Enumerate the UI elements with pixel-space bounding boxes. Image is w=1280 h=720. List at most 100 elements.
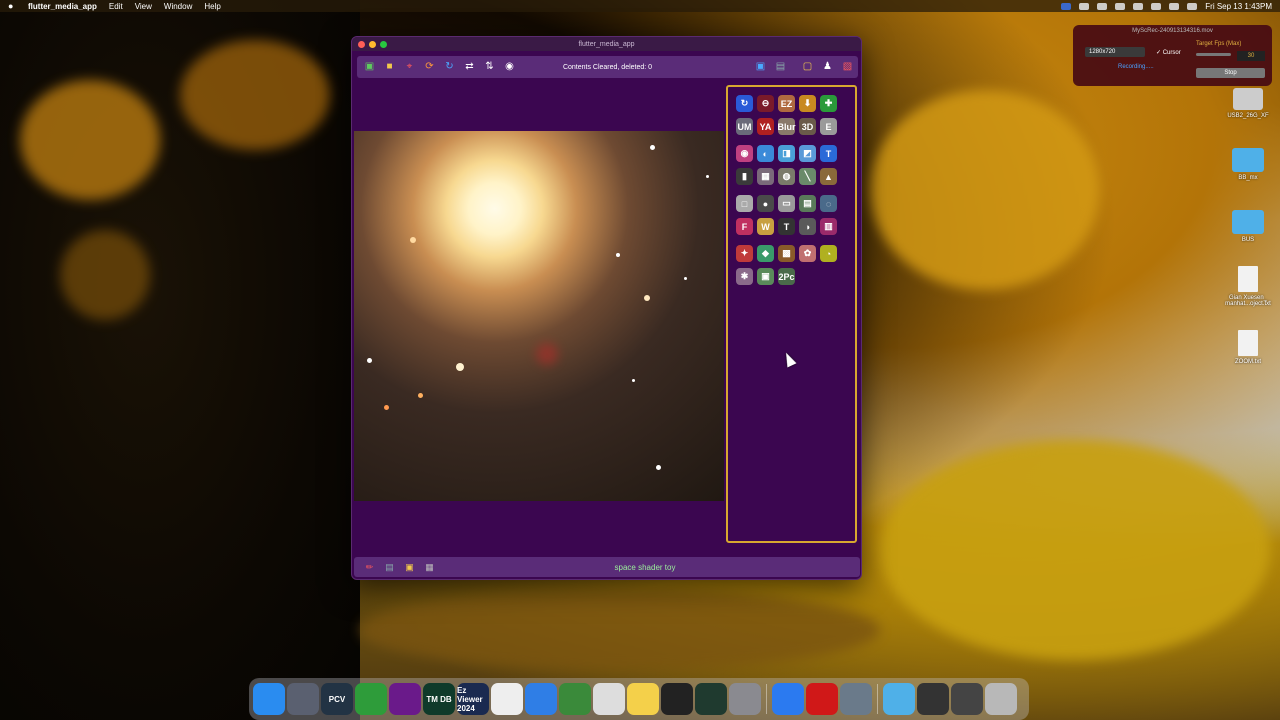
effect-button[interactable]: ◍ — [778, 168, 795, 185]
crop-icon[interactable]: ⌖ — [403, 61, 416, 74]
effect-button[interactable]: ▭ — [778, 195, 795, 212]
effect-button[interactable]: ◐ — [757, 145, 774, 162]
dock-window1-icon[interactable] — [917, 683, 949, 715]
record-icon[interactable]: ◉ — [503, 61, 516, 74]
dock-downloads-icon[interactable] — [883, 683, 915, 715]
clean-icon[interactable]: ♟ — [821, 60, 834, 73]
dock-window2-icon[interactable] — [951, 683, 983, 715]
effect-button[interactable]: ◩ — [799, 145, 816, 162]
effect-button[interactable]: ⊖ — [757, 95, 774, 112]
dock-safari-icon[interactable] — [525, 683, 557, 715]
effect-button[interactable]: Blur — [778, 118, 796, 135]
delete-icon[interactable]: ▧ — [841, 60, 854, 73]
desktop-icon-folder[interactable]: BUS — [1218, 210, 1278, 243]
stop-button[interactable]: Stop — [1196, 68, 1265, 78]
dock-finder-icon[interactable] — [253, 683, 285, 715]
image-icon[interactable]: ▢ — [801, 60, 814, 73]
apple-icon[interactable]: ● — [8, 2, 16, 11]
effect-button[interactable]: ● — [757, 195, 774, 212]
effect-button[interactable]: ↻ — [736, 95, 753, 112]
effect-button[interactable]: ◌ — [820, 195, 837, 212]
effect-button[interactable]: 3D — [799, 118, 816, 135]
volume-icon[interactable] — [1133, 2, 1144, 10]
shader-canvas[interactable] — [354, 131, 724, 501]
effect-button[interactable]: ⬇ — [799, 95, 816, 112]
desktop-icon-file[interactable]: Gian Xuesen_ manhat...oject.txt — [1218, 266, 1278, 307]
control-center-icon[interactable] — [1115, 2, 1126, 10]
folder-icon[interactable]: ■ — [383, 61, 396, 74]
desktop-icon-file[interactable]: ZOOM.txt — [1218, 330, 1278, 365]
dock-palette-icon[interactable] — [389, 683, 421, 715]
sort-icon[interactable]: ⇅ — [483, 61, 496, 74]
cursor-checkbox[interactable]: ✓ Cursor — [1156, 49, 1181, 56]
screen-recorder-icon[interactable] — [1061, 2, 1072, 10]
screen-icon[interactable]: ▣ — [754, 60, 767, 73]
resolution-select[interactable]: 1280x720 — [1085, 47, 1145, 57]
effect-button[interactable]: ◉ — [736, 145, 753, 162]
window-titlebar[interactable]: flutter_media_app — [352, 37, 861, 51]
dock-app-green-icon[interactable] — [355, 683, 387, 715]
effect-button[interactable]: F — [736, 218, 753, 235]
brush-icon[interactable]: ✏ — [364, 562, 375, 573]
menu-app-name[interactable]: flutter_media_app — [28, 2, 97, 11]
effect-button[interactable]: ▮ — [736, 168, 753, 185]
effect-button[interactable]: ▤ — [799, 195, 816, 212]
effect-button[interactable]: T — [820, 145, 837, 162]
effect-button[interactable]: UM — [736, 118, 753, 135]
effect-button[interactable]: EZ — [778, 95, 795, 112]
effect-button[interactable]: ✚ — [820, 95, 837, 112]
swap-icon[interactable]: ⇄ — [463, 61, 476, 74]
effect-button[interactable]: ▥ — [820, 218, 837, 235]
menu-view[interactable]: View — [135, 2, 152, 11]
effect-button[interactable]: ✿ — [799, 245, 816, 262]
menu-clock[interactable]: Fri Sep 13 1:43PM — [1205, 2, 1272, 11]
dock-globe-icon[interactable] — [559, 683, 591, 715]
dock-clock-icon[interactable] — [491, 683, 523, 715]
dock-activity-icon[interactable] — [695, 683, 727, 715]
effect-button[interactable]: ✱ — [736, 268, 753, 285]
effect-button[interactable]: ╲ — [799, 168, 816, 185]
menu-help[interactable]: Help — [204, 2, 220, 11]
effect-button[interactable]: ✦ — [736, 245, 753, 262]
menu-window[interactable]: Window — [164, 2, 192, 11]
dock-appstore-icon[interactable] — [772, 683, 804, 715]
effect-button[interactable]: ▲ — [820, 168, 837, 185]
fps-input[interactable]: 30 — [1237, 51, 1265, 61]
dock-terminal-icon[interactable] — [661, 683, 693, 715]
effect-button[interactable]: ▣ — [757, 268, 774, 285]
layout-icon[interactable]: ▤ — [774, 60, 787, 73]
refresh-icon[interactable]: ↻ — [443, 61, 456, 74]
grid-icon[interactable]: ▦ — [424, 562, 435, 573]
effect-button[interactable]: ◔ — [820, 245, 837, 262]
dock-photos-icon[interactable] — [840, 683, 872, 715]
effect-button[interactable]: E — [820, 118, 837, 135]
effect-button[interactable]: ▦ — [757, 168, 774, 185]
dock-recorder-icon[interactable] — [806, 683, 838, 715]
menu-edit[interactable]: Edit — [109, 2, 123, 11]
battery-icon[interactable] — [1151, 2, 1162, 10]
desktop-icon-folder[interactable]: BB_mx — [1218, 148, 1278, 181]
dock-trash-icon[interactable] — [985, 683, 1017, 715]
dock-tmdb-icon[interactable]: TM DB — [423, 683, 455, 715]
effect-button[interactable]: 2Pc — [778, 268, 795, 285]
keyboard-icon[interactable] — [1079, 2, 1090, 10]
effect-button[interactable]: YA — [757, 118, 774, 135]
dock-notes-icon[interactable] — [627, 683, 659, 715]
spotlight-icon[interactable] — [1169, 2, 1180, 10]
effect-button[interactable]: ◨ — [778, 145, 795, 162]
dock-textedit-icon[interactable] — [593, 683, 625, 715]
siri-icon[interactable] — [1187, 2, 1198, 10]
layers-icon[interactable]: ▤ — [384, 562, 395, 573]
wifi-icon[interactable] — [1097, 2, 1108, 10]
effect-button[interactable]: ▩ — [778, 245, 795, 262]
dock-ezviewer-icon[interactable]: Ez Viewer 2024 — [457, 683, 489, 715]
effect-button[interactable]: ◆ — [757, 245, 774, 262]
effect-button[interactable]: W — [757, 218, 774, 235]
effect-button[interactable]: T — [778, 218, 795, 235]
dock-pcv-icon[interactable]: PCV — [321, 683, 353, 715]
desktop-icon-disk[interactable]: USB2_26G_XF — [1218, 88, 1278, 119]
dock-launchpad-icon[interactable] — [287, 683, 319, 715]
dock-settings-icon[interactable] — [729, 683, 761, 715]
add-image-icon[interactable]: ▣ — [363, 61, 376, 74]
effect-button[interactable]: □ — [736, 195, 753, 212]
